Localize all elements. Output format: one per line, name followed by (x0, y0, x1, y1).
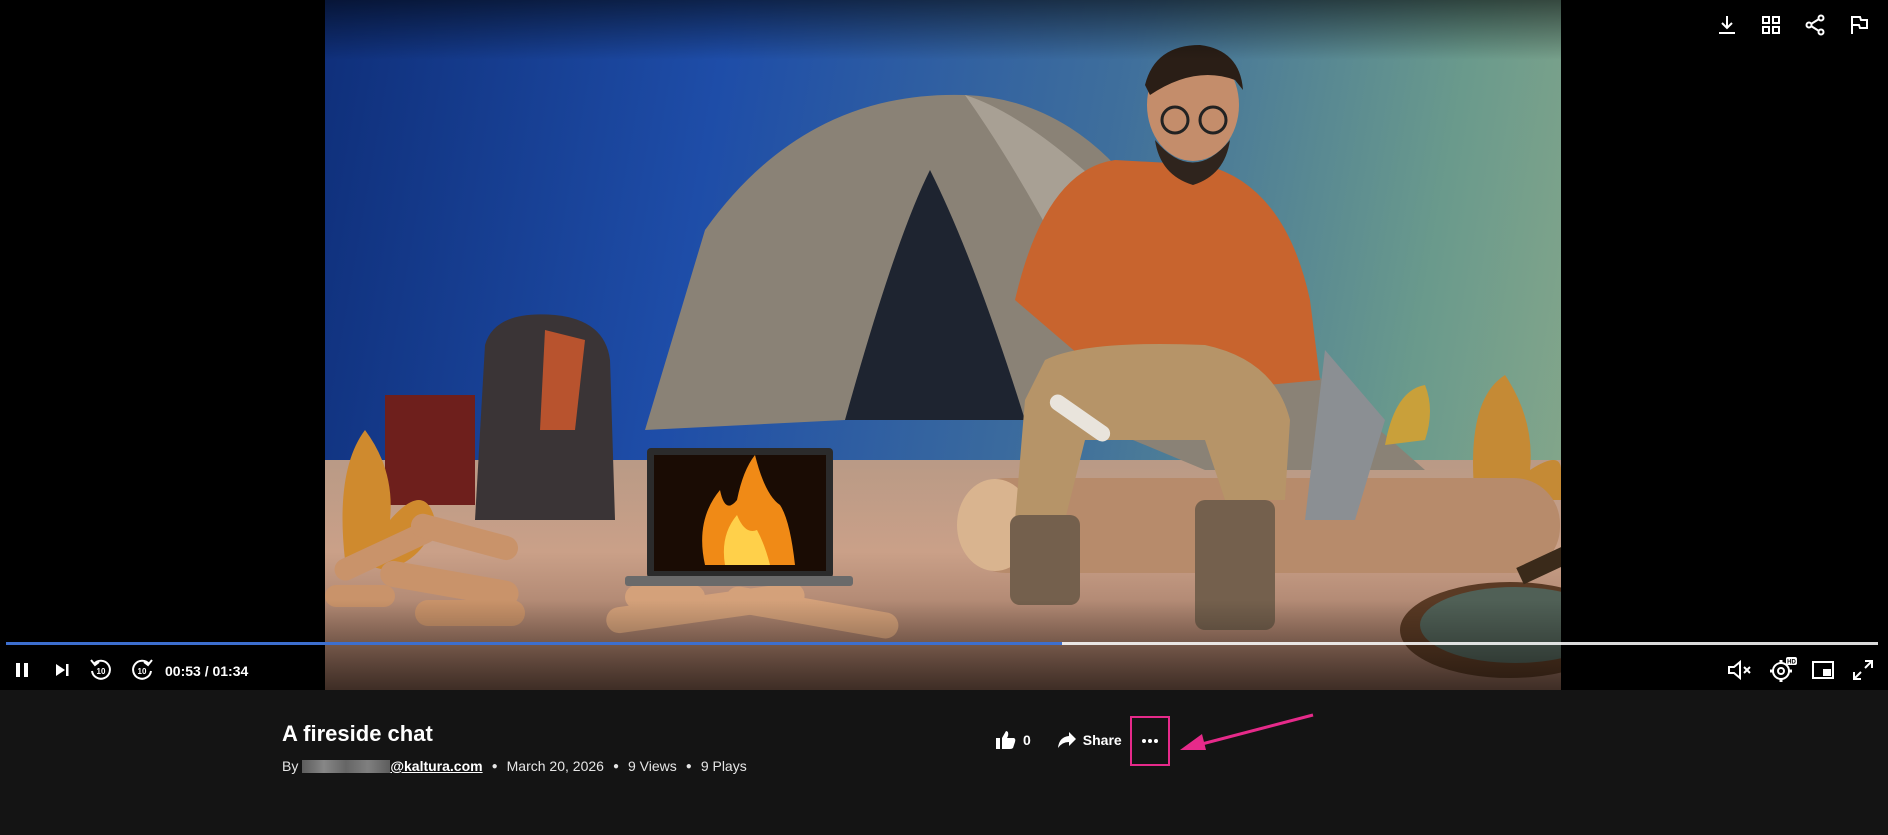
progress-bar[interactable] (6, 642, 1878, 645)
control-bar: 10 10 00:53 / 01:34 HD (0, 652, 1888, 688)
top-shade (325, 0, 1561, 60)
rewind-10-icon[interactable]: 10 (86, 656, 116, 684)
fullscreen-icon[interactable] (1848, 656, 1878, 684)
share-icon[interactable] (1802, 12, 1828, 38)
forward-10-icon[interactable]: 10 (127, 656, 157, 684)
redacted-owner-name (302, 759, 391, 773)
by-label: By (282, 758, 299, 774)
grid-icon[interactable] (1758, 12, 1784, 38)
media-info-bar: A fireside chat By @kaltura.com ● March … (0, 690, 1888, 835)
picture-in-picture-icon[interactable] (1808, 656, 1838, 684)
media-title: A fireside chat (282, 721, 433, 746)
publish-date: March 20, 2026 (506, 758, 604, 774)
thumbs-up-icon (996, 731, 1016, 749)
plays-count: 9 Plays (700, 758, 747, 774)
more-options-button[interactable] (1130, 716, 1170, 766)
like-button[interactable]: 0 (995, 730, 1031, 750)
share-label: Share (1082, 732, 1122, 748)
share-arrow-icon (1057, 732, 1076, 748)
top-toolbar (1714, 12, 1872, 38)
more-options-icon (1142, 739, 1158, 743)
owner-link[interactable]: @kaltura.com (390, 758, 482, 774)
hd-badge: HD (1787, 660, 1796, 666)
mute-icon[interactable] (1725, 656, 1755, 684)
video-frame[interactable] (325, 0, 1561, 690)
progress-fill (6, 642, 1062, 645)
views-count: 9 Views (627, 758, 677, 774)
forward-10-label: 10 (138, 667, 147, 676)
video-player[interactable]: 10 10 00:53 / 01:34 HD (0, 0, 1888, 690)
separator-dot: ● (612, 760, 619, 772)
separator-dot: ● (685, 760, 692, 772)
rewind-10-label: 10 (97, 667, 106, 676)
flag-icon[interactable] (1846, 12, 1872, 38)
share-button[interactable]: Share (1057, 731, 1122, 749)
campfire-scene-image (325, 45, 1561, 678)
pause-icon[interactable] (10, 656, 34, 684)
like-count: 0 (1023, 732, 1031, 748)
annotation-arrow-icon (1180, 713, 1314, 750)
media-actions: 0 Share (995, 730, 1122, 750)
separator-dot: ● (491, 760, 498, 772)
time-display: 00:53 / 01:34 (165, 663, 249, 679)
next-icon[interactable] (50, 656, 74, 684)
download-icon[interactable] (1714, 12, 1740, 38)
media-meta: By @kaltura.com ● March 20, 2026 ● 9 Vie… (282, 758, 747, 774)
settings-icon[interactable]: HD (1768, 656, 1798, 684)
